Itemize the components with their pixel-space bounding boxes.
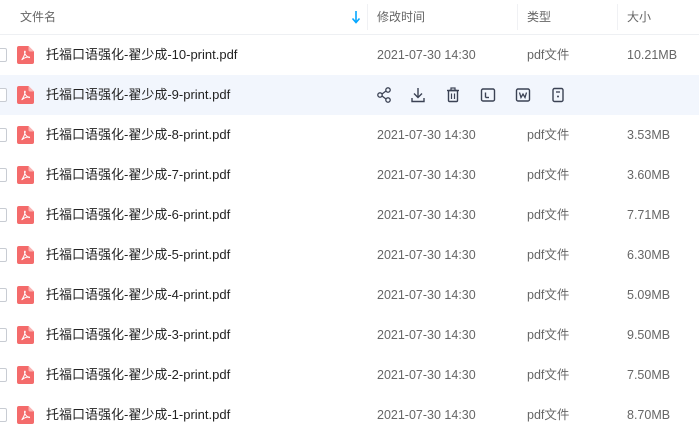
file-name[interactable]: 托福口语强化-翟少成-2-print.pdf bbox=[46, 355, 230, 395]
pdf-file-icon bbox=[17, 246, 34, 264]
row-checkbox[interactable] bbox=[0, 288, 7, 302]
file-size: 7.71MB bbox=[627, 208, 671, 222]
row-checkbox[interactable] bbox=[0, 328, 7, 342]
file-modified-time: 2021-07-30 14:30 bbox=[377, 128, 476, 142]
open-word-icon[interactable] bbox=[514, 86, 532, 104]
file-type: pdf文件 bbox=[527, 408, 570, 422]
pdf-file-icon bbox=[17, 166, 34, 184]
file-size: 6.30MB bbox=[627, 248, 671, 262]
file-row[interactable]: 托福口语强化-翟少成-8-print.pdf 2021-07-30 14:30 … bbox=[0, 115, 699, 155]
share-icon[interactable] bbox=[375, 86, 393, 104]
file-type: pdf文件 bbox=[527, 48, 570, 62]
file-type: pdf文件 bbox=[527, 368, 570, 382]
row-checkbox[interactable] bbox=[0, 168, 7, 182]
file-row[interactable]: 托福口语强化-翟少成-1-print.pdf 2021-07-30 14:30 … bbox=[0, 395, 699, 435]
column-header-type[interactable]: 类型 bbox=[527, 0, 551, 34]
sort-arrow-down-icon[interactable] bbox=[351, 10, 361, 24]
file-modified-time: 2021-07-30 14:30 bbox=[377, 248, 476, 262]
file-row[interactable]: 托福口语强化-翟少成-10-print.pdf 2021-07-30 14:30… bbox=[0, 35, 699, 75]
column-header-size[interactable]: 大小 bbox=[627, 0, 651, 34]
file-row[interactable]: 托福口语强化-翟少成-9-print.pdf bbox=[0, 75, 699, 115]
file-modified-time: 2021-07-30 14:30 bbox=[377, 328, 476, 342]
file-modified-time: 2021-07-30 14:30 bbox=[377, 288, 476, 302]
file-modified-time: 2021-07-30 14:30 bbox=[377, 48, 476, 62]
file-name[interactable]: 托福口语强化-翟少成-9-print.pdf bbox=[46, 75, 230, 115]
delete-icon[interactable] bbox=[444, 86, 462, 104]
file-size: 3.60MB bbox=[627, 168, 671, 182]
pdf-file-icon bbox=[17, 406, 34, 424]
pdf-file-icon bbox=[17, 366, 34, 384]
column-header-modified[interactable]: 修改时间 bbox=[377, 0, 425, 34]
file-row[interactable]: 托福口语强化-翟少成-2-print.pdf 2021-07-30 14:30 … bbox=[0, 355, 699, 395]
pdf-file-icon bbox=[17, 86, 34, 104]
row-checkbox[interactable] bbox=[0, 248, 7, 262]
rename-icon[interactable] bbox=[479, 86, 497, 104]
file-row[interactable]: 托福口语强化-翟少成-3-print.pdf 2021-07-30 14:30 … bbox=[0, 315, 699, 355]
file-row[interactable]: 托福口语强化-翟少成-7-print.pdf 2021-07-30 14:30 … bbox=[0, 155, 699, 195]
file-row[interactable]: 托福口语强化-翟少成-5-print.pdf 2021-07-30 14:30 … bbox=[0, 235, 699, 275]
file-name[interactable]: 托福口语强化-翟少成-5-print.pdf bbox=[46, 235, 230, 275]
file-size: 9.50MB bbox=[627, 328, 671, 342]
file-modified-time: 2021-07-30 14:30 bbox=[377, 368, 476, 382]
file-type: pdf文件 bbox=[527, 248, 570, 262]
file-type: pdf文件 bbox=[527, 128, 570, 142]
file-modified-time: 2021-07-30 14:30 bbox=[377, 168, 476, 182]
file-type: pdf文件 bbox=[527, 328, 570, 342]
row-checkbox[interactable] bbox=[0, 88, 7, 102]
column-divider bbox=[367, 4, 368, 30]
file-size: 8.70MB bbox=[627, 408, 671, 422]
download-icon[interactable] bbox=[409, 86, 427, 104]
file-size: 7.50MB bbox=[627, 368, 671, 382]
pdf-file-icon bbox=[17, 326, 34, 344]
file-row[interactable]: 托福口语强化-翟少成-4-print.pdf 2021-07-30 14:30 … bbox=[0, 275, 699, 315]
column-divider bbox=[617, 4, 618, 30]
file-name[interactable]: 托福口语强化-翟少成-4-print.pdf bbox=[46, 275, 230, 315]
file-list: 托福口语强化-翟少成-10-print.pdf 2021-07-30 14:30… bbox=[0, 35, 699, 435]
pdf-file-icon bbox=[17, 286, 34, 304]
row-checkbox[interactable] bbox=[0, 368, 7, 382]
file-name[interactable]: 托福口语强化-翟少成-7-print.pdf bbox=[46, 155, 230, 195]
file-name[interactable]: 托福口语强化-翟少成-1-print.pdf bbox=[46, 395, 230, 435]
file-type: pdf文件 bbox=[527, 168, 570, 182]
file-size: 3.53MB bbox=[627, 128, 671, 142]
row-checkbox[interactable] bbox=[0, 408, 7, 422]
row-checkbox[interactable] bbox=[0, 128, 7, 142]
pdf-file-icon bbox=[17, 126, 34, 144]
file-size: 10.21MB bbox=[627, 48, 678, 62]
file-list-header: 文件名 修改时间 类型 大小 bbox=[0, 0, 699, 35]
file-row[interactable]: 托福口语强化-翟少成-6-print.pdf 2021-07-30 14:30 … bbox=[0, 195, 699, 235]
pdf-file-icon bbox=[17, 206, 34, 224]
column-divider bbox=[517, 4, 518, 30]
row-checkbox[interactable] bbox=[0, 48, 7, 62]
row-checkbox[interactable] bbox=[0, 208, 7, 222]
file-type: pdf文件 bbox=[527, 288, 570, 302]
file-name[interactable]: 托福口语强化-翟少成-3-print.pdf bbox=[46, 315, 230, 355]
pdf-file-icon bbox=[17, 46, 34, 64]
file-modified-time: 2021-07-30 14:30 bbox=[377, 408, 476, 422]
file-name[interactable]: 托福口语强化-翟少成-8-print.pdf bbox=[46, 115, 230, 155]
file-type: pdf文件 bbox=[527, 208, 570, 222]
more-icon[interactable] bbox=[549, 86, 567, 104]
file-size: 5.09MB bbox=[627, 288, 671, 302]
column-header-name[interactable]: 文件名 bbox=[20, 0, 365, 34]
file-name[interactable]: 托福口语强化-翟少成-6-print.pdf bbox=[46, 195, 230, 235]
file-name[interactable]: 托福口语强化-翟少成-10-print.pdf bbox=[46, 35, 237, 75]
file-modified-time: 2021-07-30 14:30 bbox=[377, 208, 476, 222]
